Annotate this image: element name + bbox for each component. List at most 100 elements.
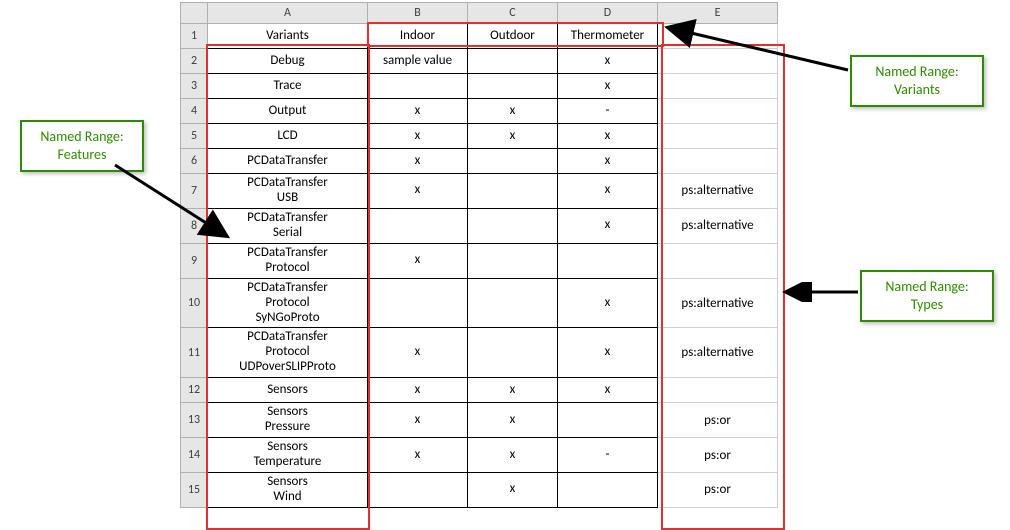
row-header-12[interactable]: 12 bbox=[181, 378, 208, 403]
cell-E6[interactable] bbox=[658, 149, 778, 174]
cell-D6[interactable]: x bbox=[558, 149, 658, 174]
cell-C1[interactable]: Outdoor bbox=[468, 24, 558, 49]
table-row: 2Debugsample value x bbox=[181, 49, 778, 74]
cell-B9[interactable]: x bbox=[368, 243, 468, 278]
cell-B14[interactable]: x bbox=[368, 438, 468, 473]
col-header-E[interactable]: E bbox=[658, 3, 778, 24]
row-header-7[interactable]: 7 bbox=[181, 174, 208, 209]
cell-C5[interactable]: x bbox=[468, 124, 558, 149]
cell-D4[interactable]: - bbox=[558, 99, 658, 124]
cell-A8[interactable]: PCDataTransfer Serial bbox=[208, 208, 368, 243]
cell-D14[interactable]: - bbox=[558, 438, 658, 473]
col-header-C[interactable]: C bbox=[468, 3, 558, 24]
cell-C4[interactable]: x bbox=[468, 99, 558, 124]
cell-C7[interactable] bbox=[468, 174, 558, 209]
cell-A10[interactable]: PCDataTransfer Protocol SyNGoProto bbox=[208, 278, 368, 328]
cell-E12[interactable] bbox=[658, 378, 778, 403]
cell-B4[interactable]: x bbox=[368, 99, 468, 124]
row-header-3[interactable]: 3 bbox=[181, 74, 208, 99]
cell-D10[interactable]: x bbox=[558, 278, 658, 328]
col-header-A[interactable]: A bbox=[208, 3, 368, 24]
cell-A14[interactable]: Sensors Temperature bbox=[208, 438, 368, 473]
cell-B11[interactable]: x bbox=[368, 328, 468, 378]
table-row: 4Outputxx- bbox=[181, 99, 778, 124]
cell-C13[interactable]: x bbox=[468, 403, 558, 438]
select-all-corner[interactable] bbox=[181, 3, 208, 24]
cell-E3[interactable] bbox=[658, 74, 778, 99]
row-header-6[interactable]: 6 bbox=[181, 149, 208, 174]
cell-A1[interactable]: Variants bbox=[208, 24, 368, 49]
row-header-13[interactable]: 13 bbox=[181, 403, 208, 438]
cell-D2[interactable]: x bbox=[558, 49, 658, 74]
cell-E14[interactable]: ps:or bbox=[658, 438, 778, 473]
cell-E4[interactable] bbox=[658, 99, 778, 124]
cell-E10[interactable]: ps:alternative bbox=[658, 278, 778, 328]
cell-E9[interactable] bbox=[658, 243, 778, 278]
cell-A12[interactable]: Sensors bbox=[208, 378, 368, 403]
cell-B13[interactable]: x bbox=[368, 403, 468, 438]
row-header-15[interactable]: 15 bbox=[181, 473, 208, 508]
cell-C12[interactable]: x bbox=[468, 378, 558, 403]
cell-B10[interactable] bbox=[368, 278, 468, 328]
cell-C8[interactable] bbox=[468, 208, 558, 243]
row-header-5[interactable]: 5 bbox=[181, 124, 208, 149]
row-header-11[interactable]: 11 bbox=[181, 328, 208, 378]
cell-C15[interactable]: x bbox=[468, 473, 558, 508]
cell-D1[interactable]: Thermometer bbox=[558, 24, 658, 49]
cell-E8[interactable]: ps:alternative bbox=[658, 208, 778, 243]
row-header-4[interactable]: 4 bbox=[181, 99, 208, 124]
cell-E15[interactable]: ps:or bbox=[658, 473, 778, 508]
row-header-9[interactable]: 9 bbox=[181, 243, 208, 278]
cell-A13[interactable]: Sensors Pressure bbox=[208, 403, 368, 438]
cell-C3[interactable] bbox=[468, 74, 558, 99]
cell-B5[interactable]: x bbox=[368, 124, 468, 149]
row-header-10[interactable]: 10 bbox=[181, 278, 208, 328]
cell-B1[interactable]: Indoor bbox=[368, 24, 468, 49]
cell-C2[interactable] bbox=[468, 49, 558, 74]
cell-B15[interactable] bbox=[368, 473, 468, 508]
cell-D13[interactable] bbox=[558, 403, 658, 438]
cell-A9[interactable]: PCDataTransfer Protocol bbox=[208, 243, 368, 278]
cell-A11[interactable]: PCDataTransfer Protocol UDPoverSLIPProto bbox=[208, 328, 368, 378]
callout-features: Named Range: Features bbox=[20, 120, 144, 172]
cell-A5[interactable]: LCD bbox=[208, 124, 368, 149]
cell-B2[interactable]: sample value bbox=[368, 49, 468, 74]
cell-A2[interactable]: Debug bbox=[208, 49, 368, 74]
cell-E2[interactable] bbox=[658, 49, 778, 74]
cell-E7[interactable]: ps:alternative bbox=[658, 174, 778, 209]
cell-E5[interactable] bbox=[658, 124, 778, 149]
cell-D5[interactable]: x bbox=[558, 124, 658, 149]
cell-E1[interactable] bbox=[658, 24, 778, 49]
cell-A4[interactable]: Output bbox=[208, 99, 368, 124]
callout-types: Named Range: Types bbox=[860, 270, 994, 322]
cell-C6[interactable] bbox=[468, 149, 558, 174]
cell-D11[interactable]: x bbox=[558, 328, 658, 378]
cell-D3[interactable]: x bbox=[558, 74, 658, 99]
cell-A6[interactable]: PCDataTransfer bbox=[208, 149, 368, 174]
cell-D12[interactable]: x bbox=[558, 378, 658, 403]
col-header-B[interactable]: B bbox=[368, 3, 468, 24]
cell-B3[interactable] bbox=[368, 74, 468, 99]
col-header-D[interactable]: D bbox=[558, 3, 658, 24]
cell-D7[interactable]: x bbox=[558, 174, 658, 209]
cell-D8[interactable]: x bbox=[558, 208, 658, 243]
cell-D15[interactable] bbox=[558, 473, 658, 508]
cell-C10[interactable] bbox=[468, 278, 558, 328]
cell-B8[interactable] bbox=[368, 208, 468, 243]
cell-A7[interactable]: PCDataTransfer USB bbox=[208, 174, 368, 209]
row-header-14[interactable]: 14 bbox=[181, 438, 208, 473]
row-header-2[interactable]: 2 bbox=[181, 49, 208, 74]
cell-D9[interactable] bbox=[558, 243, 658, 278]
cell-B6[interactable]: x bbox=[368, 149, 468, 174]
row-header-1[interactable]: 1 bbox=[181, 24, 208, 49]
cell-B7[interactable]: x bbox=[368, 174, 468, 209]
cell-C9[interactable] bbox=[468, 243, 558, 278]
row-header-8[interactable]: 8 bbox=[181, 208, 208, 243]
cell-A15[interactable]: Sensors Wind bbox=[208, 473, 368, 508]
cell-C11[interactable] bbox=[468, 328, 558, 378]
cell-C14[interactable]: x bbox=[468, 438, 558, 473]
cell-E11[interactable]: ps:alternative bbox=[658, 328, 778, 378]
cell-E13[interactable]: ps:or bbox=[658, 403, 778, 438]
cell-A3[interactable]: Trace bbox=[208, 74, 368, 99]
cell-B12[interactable]: x bbox=[368, 378, 468, 403]
